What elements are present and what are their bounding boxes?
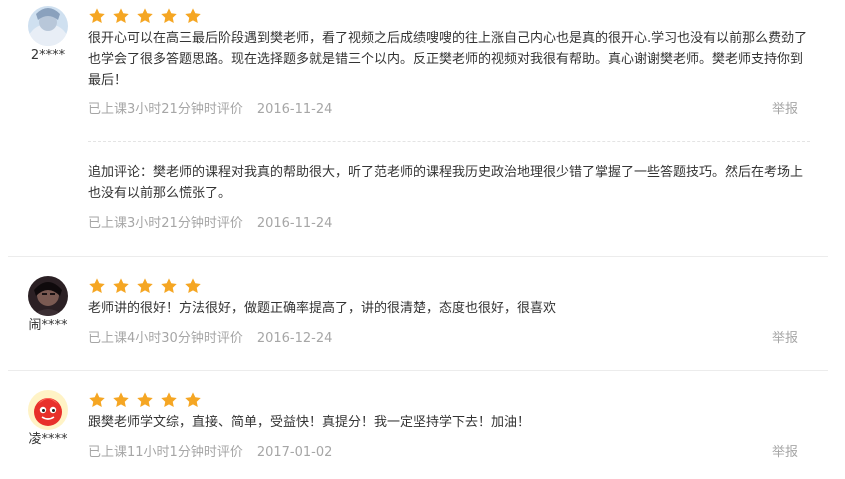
avatar[interactable] <box>28 390 68 430</box>
user-name: 凌**** <box>28 432 68 447</box>
review-content: 很开心可以在高三最后阶段遇到樊老师，看了视频之后成绩嗖嗖的往上涨自己内心也是真的… <box>88 31 808 88</box>
review-date: 2016-11-24 <box>256 216 333 231</box>
additional-review-meta: 已上课3小时21分钟时评价 2016-11-24 <box>88 214 332 234</box>
study-time: 已上课4小时30分钟时评价 <box>88 331 243 346</box>
review-date: 2016-12-24 <box>256 331 333 346</box>
review-date: 2016-11-24 <box>256 102 333 117</box>
avatar[interactable] <box>28 6 68 46</box>
user-name: 2**** <box>30 48 66 63</box>
study-time: 已上课3小时21分钟时评价 <box>88 102 243 117</box>
report-link[interactable]: 举报 <box>772 100 798 120</box>
additional-review-content: 追加评论：樊老师的课程对我真的帮助很大，听了范老师的课程我历史政治地理很少错了掌… <box>88 165 804 201</box>
star-icon <box>184 277 202 295</box>
study-time: 已上课3小时21分钟时评价 <box>88 216 243 231</box>
review-meta: 已上课3小时21分钟时评价 2016-11-24 <box>88 100 332 120</box>
review-meta: 已上课11小时1分钟时评价 2017-01-02 <box>88 443 332 463</box>
star-icon <box>112 277 130 295</box>
star-icon <box>136 7 154 25</box>
study-time: 已上课11小时1分钟时评价 <box>88 445 243 460</box>
rating-stars <box>88 277 202 295</box>
star-icon <box>160 391 178 409</box>
star-icon <box>160 277 178 295</box>
report-link[interactable]: 举报 <box>772 443 798 463</box>
report-link[interactable]: 举报 <box>772 329 798 349</box>
star-icon <box>136 277 154 295</box>
rating-stars <box>88 7 202 25</box>
star-icon <box>136 391 154 409</box>
star-icon <box>88 391 106 409</box>
review-meta: 已上课4小时30分钟时评价 2016-12-24 <box>88 329 332 349</box>
review-content: 跟樊老师学文综，直接、简单，受益快！真提分！我一定坚持学下去！加油！ <box>88 415 531 430</box>
user-name: 闹**** <box>28 318 68 333</box>
star-icon <box>184 7 202 25</box>
star-icon <box>112 7 130 25</box>
star-icon <box>160 7 178 25</box>
review-item: 闹**** 老师讲的很好！方法很好，做题正确率提高了，讲的很清楚，态度也很好，很… <box>8 256 828 371</box>
review-content: 老师讲的很好！方法很好，做题正确率提高了，讲的很清楚，态度也很好，很喜欢 <box>88 301 557 316</box>
divider <box>88 141 810 142</box>
star-icon <box>88 7 106 25</box>
star-icon <box>112 391 130 409</box>
avatar[interactable] <box>28 276 68 316</box>
review-item: 凌**** 跟樊老师学文综，直接、简单，受益快！真提分！我一定坚持学下去！加油！… <box>8 370 828 479</box>
star-icon <box>88 277 106 295</box>
review-item: 2**** 很开心可以在高三最后阶段遇到樊老师，看了视频之后成绩嗖嗖的往上涨自己… <box>8 0 828 257</box>
rating-stars <box>88 391 202 409</box>
review-date: 2017-01-02 <box>256 445 333 460</box>
star-icon <box>184 391 202 409</box>
